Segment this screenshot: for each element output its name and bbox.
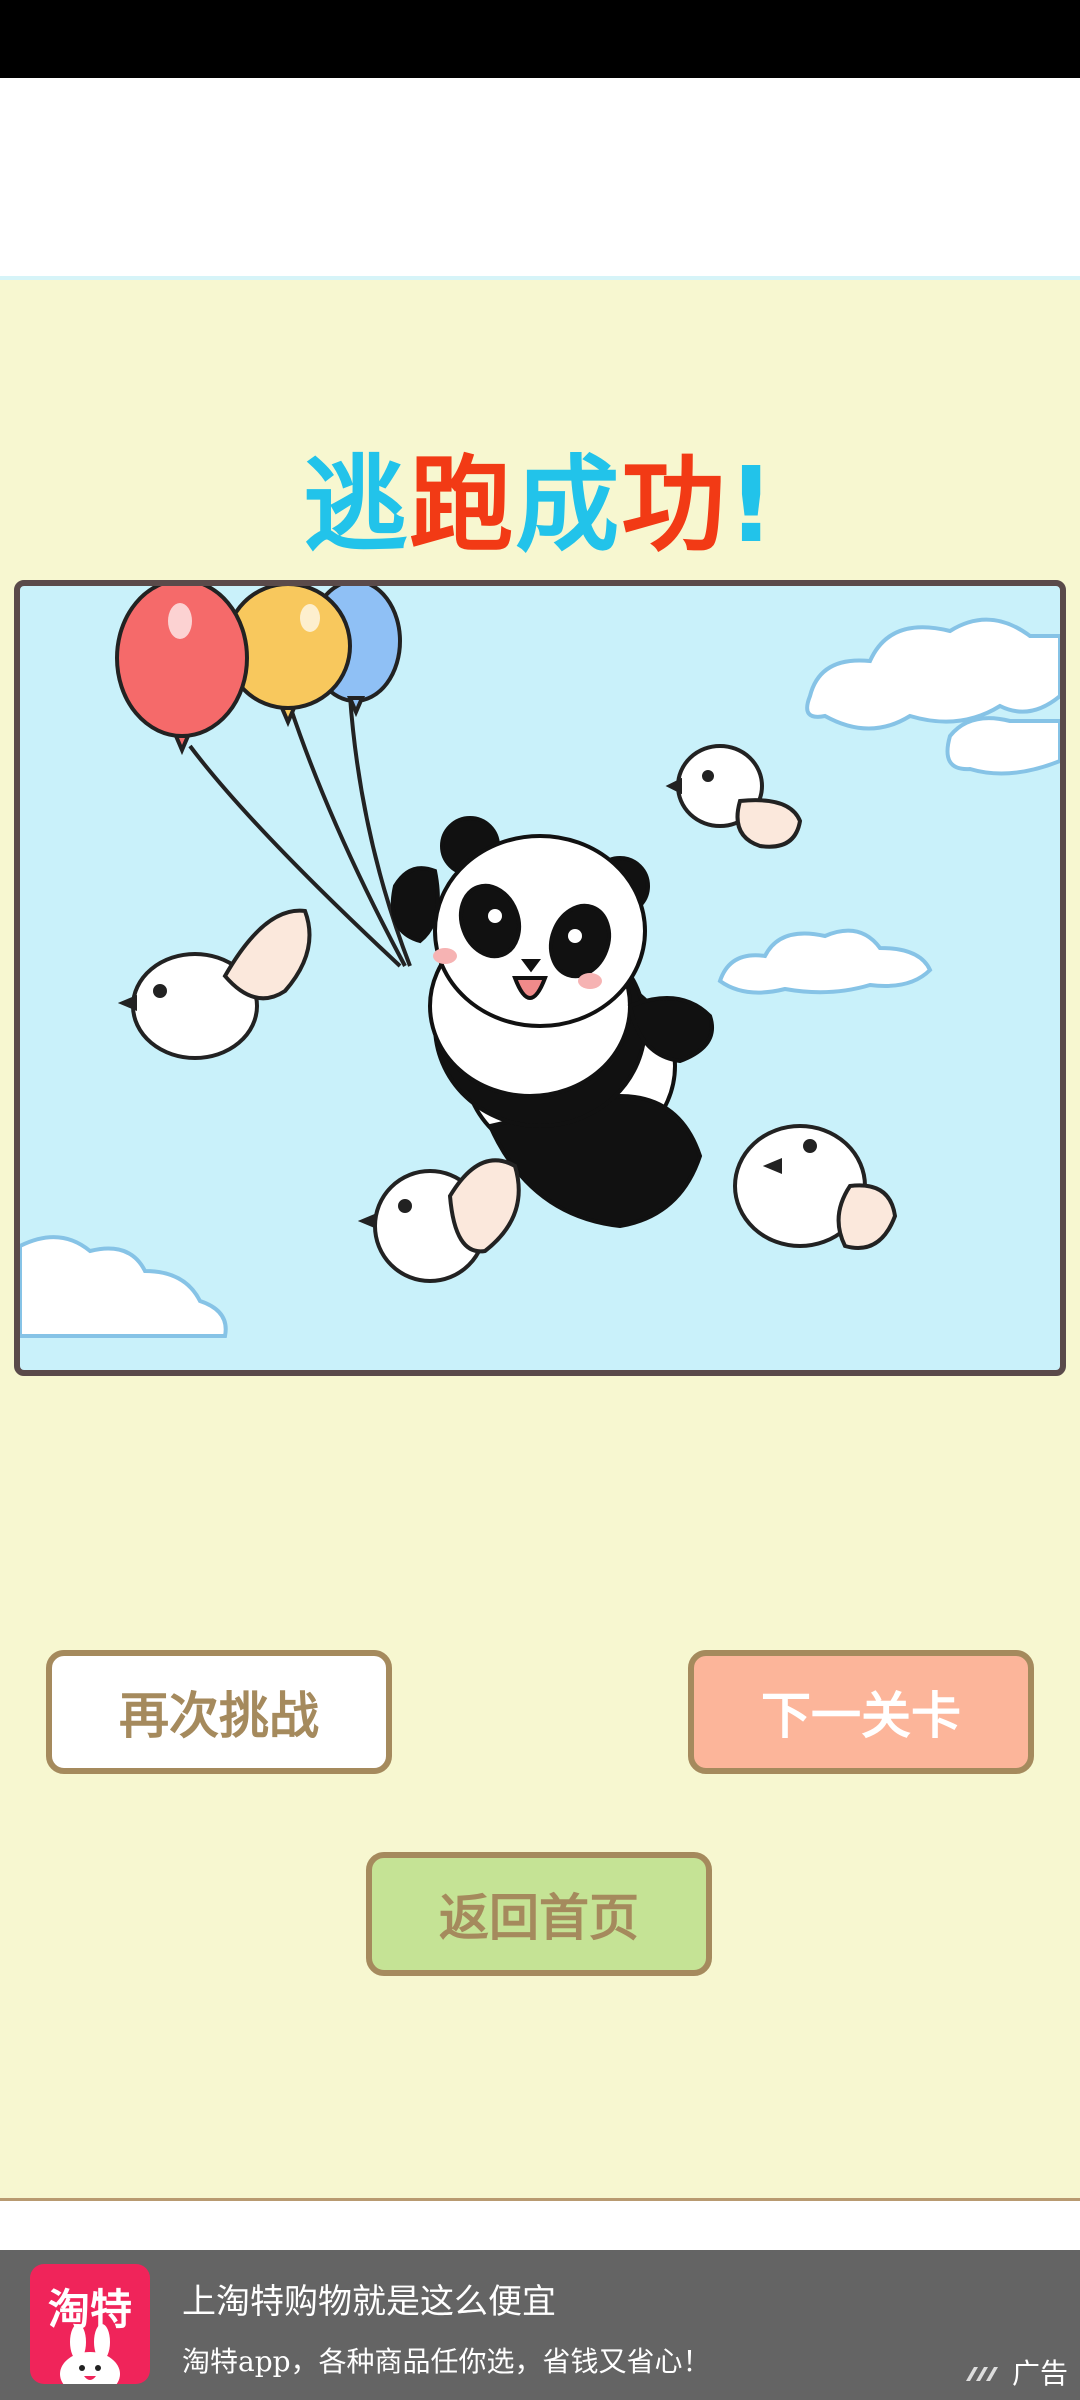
rabbit-icon [60,2324,120,2384]
ad-tag-text: 广告 [1011,2357,1068,2390]
bird-bottom-right [733,1124,898,1250]
ad-label: 广告 [964,2352,1068,2392]
bird-bottom-middle [357,1158,521,1283]
home-button[interactable]: 返回首页 [366,1852,712,1976]
ad-title: 上淘特购物就是这么便宜 [182,2282,556,2322]
bird-top-right [665,744,803,849]
cloud-top-right [805,617,1060,776]
title-char: ! [727,444,777,566]
success-illustration [14,580,1066,1376]
status-bar [0,0,1080,78]
next-level-button[interactable]: 下一关卡 [688,1650,1034,1774]
panda [390,816,714,1229]
top-blank-area [0,78,1080,276]
title-char: 逃 [303,444,410,566]
result-title: 逃跑成功! [0,420,1080,571]
cloud-bottom-left [20,1235,228,1338]
title-char: 成 [515,444,622,566]
ad-mark-icon [965,2367,998,2381]
cloud-middle [717,928,933,995]
ad-banner[interactable]: 淘特 上淘特购物就是这么便宜 淘特app，各种商品任你选，省钱又省心！ 广告 [0,2250,1080,2400]
bird-left [117,908,312,1060]
retry-button[interactable]: 再次挑战 [46,1650,392,1774]
game-area-divider [0,2198,1080,2201]
ad-description: 淘特app，各种商品任你选，省钱又省心！ [182,2345,711,2378]
title-char: 跑 [409,444,516,566]
panda-balloons-illustration [20,586,1060,1338]
taote-logo-icon: 淘特 [30,2264,150,2384]
title-char: 功 [621,444,728,566]
balloons [115,586,402,756]
